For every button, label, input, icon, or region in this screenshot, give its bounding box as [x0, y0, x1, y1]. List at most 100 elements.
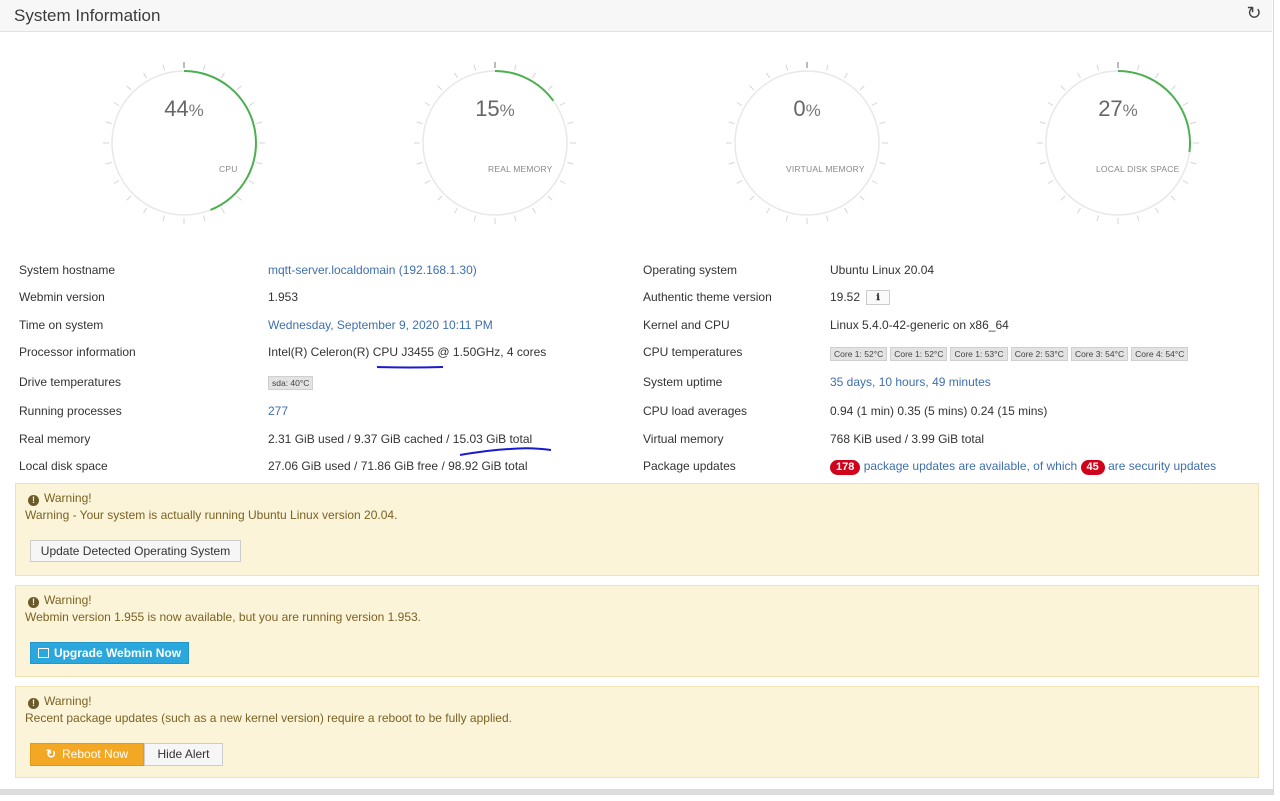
gauge-tick [1136, 64, 1140, 71]
label-operating-system: Operating system [643, 263, 738, 277]
gauge-tick [532, 72, 536, 79]
gauge-tick [859, 195, 865, 201]
gauge-tick [416, 161, 423, 165]
webmin-version-value: 1.953 [268, 290, 299, 304]
info-icon[interactable]: ℹ [866, 290, 891, 306]
cpu-load-value: 0.94 (1 min) 0.35 (5 mins) 0.24 (15 mins… [830, 404, 1048, 418]
gauge-tick [785, 215, 789, 222]
webmin-upgrade-alert: ! Warning! Webmin version 1.955 is now av… [15, 585, 1259, 677]
annotation-underline-cpu [376, 366, 444, 369]
gauge-tick [1190, 161, 1197, 165]
gauge-tick [202, 215, 206, 222]
label-system-uptime: System uptime [643, 375, 723, 389]
theme-version-value: 19.52 ℹ [830, 290, 891, 306]
local-disk-gauge-label: LOCAL DISK SPACE [1096, 164, 1180, 174]
real-memory-gauge: 15% REAL MEMORY [410, 58, 580, 228]
drive-temperature-tag: sda: 40°C [268, 375, 316, 390]
panel-title: System Information [14, 6, 161, 25]
gauge-tick [728, 161, 735, 165]
gauge-tick [256, 161, 263, 165]
gauge-tick [859, 85, 865, 91]
local-disk-space-value: 27.06 GiB used / 71.86 GiB free / 98.92 … [268, 459, 528, 473]
gauge-tick [105, 121, 112, 125]
gauge-tick [871, 180, 878, 184]
gauge-tick [1170, 85, 1176, 91]
cpu-gauge-dial [103, 62, 265, 224]
gauge-tick [162, 215, 166, 222]
gauge-fill-arc [1117, 70, 1191, 153]
gauge-tick [532, 207, 536, 214]
gauge-tick [871, 102, 878, 106]
gauge-tick [844, 72, 848, 79]
cpu-temp-tag: Core 1: 53°C [950, 347, 1008, 361]
alert-message: Recent package updates (such as a new ke… [25, 711, 512, 725]
gauge-tick [736, 102, 743, 106]
warning-icon: ! [28, 597, 39, 608]
alert-title: Warning! [44, 491, 92, 505]
upgrade-webmin-button[interactable]: Upgrade Webmin Now [30, 642, 189, 664]
gauge-tick [248, 180, 255, 184]
gauge-tick [143, 207, 147, 214]
upgrade-icon [37, 648, 49, 658]
gauge-tick [1077, 207, 1081, 214]
gauge-tick [126, 195, 132, 201]
gauge-tick [437, 195, 443, 201]
label-time-on-system: Time on system [19, 318, 104, 332]
label-cpu-temperatures: CPU temperatures [643, 345, 743, 359]
alert-message: Warning - Your system is actually runnin… [25, 508, 398, 522]
gauge-tick [559, 102, 566, 106]
gauge-tick [1155, 72, 1159, 79]
gauge-tick [728, 121, 735, 125]
gauge-tick [221, 207, 225, 214]
label-hostname: System hostname [19, 263, 116, 277]
gauge-fill-arc [183, 70, 257, 211]
gauge-tick [513, 215, 517, 222]
gauge-tick [236, 195, 242, 201]
gauge-tick [454, 207, 458, 214]
gauge-tick [113, 102, 120, 106]
label-virtual-memory: Virtual memory [643, 432, 724, 446]
gauge-tick [1039, 161, 1046, 165]
gauge-tick [1047, 102, 1054, 106]
update-detected-os-button[interactable]: Update Detected Operating System [30, 540, 241, 562]
gauge-tick [424, 180, 431, 184]
reboot-now-button[interactable]: ↻ Reboot Now [30, 743, 144, 766]
label-cpu-load: CPU load averages [643, 404, 748, 418]
os-warning-alert: ! Warning! Warning - Your system is actua… [15, 483, 1259, 576]
gauge-tick [1096, 215, 1100, 222]
label-package-updates: Package updates [643, 459, 736, 473]
gauge-tick [437, 85, 443, 91]
gauge-tick [736, 180, 743, 184]
gauge-tick [126, 85, 132, 91]
gauge-tick [749, 195, 755, 201]
package-updates-link[interactable]: package updates are available, of which [864, 459, 1077, 473]
refresh-icon[interactable]: ↻ [1244, 3, 1264, 25]
gauge-tick [1047, 180, 1054, 184]
real-memory-gauge-label: REAL MEMORY [488, 164, 553, 174]
time-on-system-link[interactable]: Wednesday, September 9, 2020 10:11 PM [268, 318, 493, 332]
panel-header: System Information ↻ [0, 0, 1272, 32]
cpu-temperature-tags: Core 1: 52°C Core 1: 52°C Core 1: 53°C Core… [830, 346, 1191, 361]
gauge-tick [1060, 85, 1066, 91]
processor-value: Intel(R) Celeron(R) CPU J3455 @ 1.50GHz,… [268, 345, 547, 359]
gauge-tick [1060, 195, 1066, 201]
hostname-link[interactable]: mqtt-server.localdomain (192.168.1.30) [268, 263, 477, 277]
gauge-tick [785, 64, 789, 71]
hide-alert-button[interactable]: Hide Alert [144, 743, 223, 766]
label-kernel-cpu: Kernel and CPU [643, 318, 730, 332]
gauge-tick [879, 161, 886, 165]
label-running-processes: Running processes [19, 404, 122, 418]
running-processes-link[interactable]: 277 [268, 404, 288, 418]
gauge-tick [766, 207, 770, 214]
system-uptime-link[interactable]: 35 days, 10 hours, 49 minutes [830, 375, 991, 389]
gauge-track [734, 70, 880, 216]
gauge-tick [749, 85, 755, 91]
virtual-memory-gauge-label: VIRTUAL MEMORY [786, 164, 865, 174]
gauge-tick [202, 64, 206, 71]
virtual-memory-value: 768 KiB used / 3.99 GiB total [830, 432, 985, 446]
package-updates-value[interactable]: 178 package updates are available, of wh… [830, 459, 1216, 475]
operating-system-value: Ubuntu Linux 20.04 [830, 263, 935, 277]
kernel-cpu-value: Linux 5.4.0-42-generic on x86_64 [830, 318, 1009, 332]
security-updates-link[interactable]: are security updates [1108, 459, 1216, 473]
local-disk-gauge-dial [1037, 62, 1199, 224]
